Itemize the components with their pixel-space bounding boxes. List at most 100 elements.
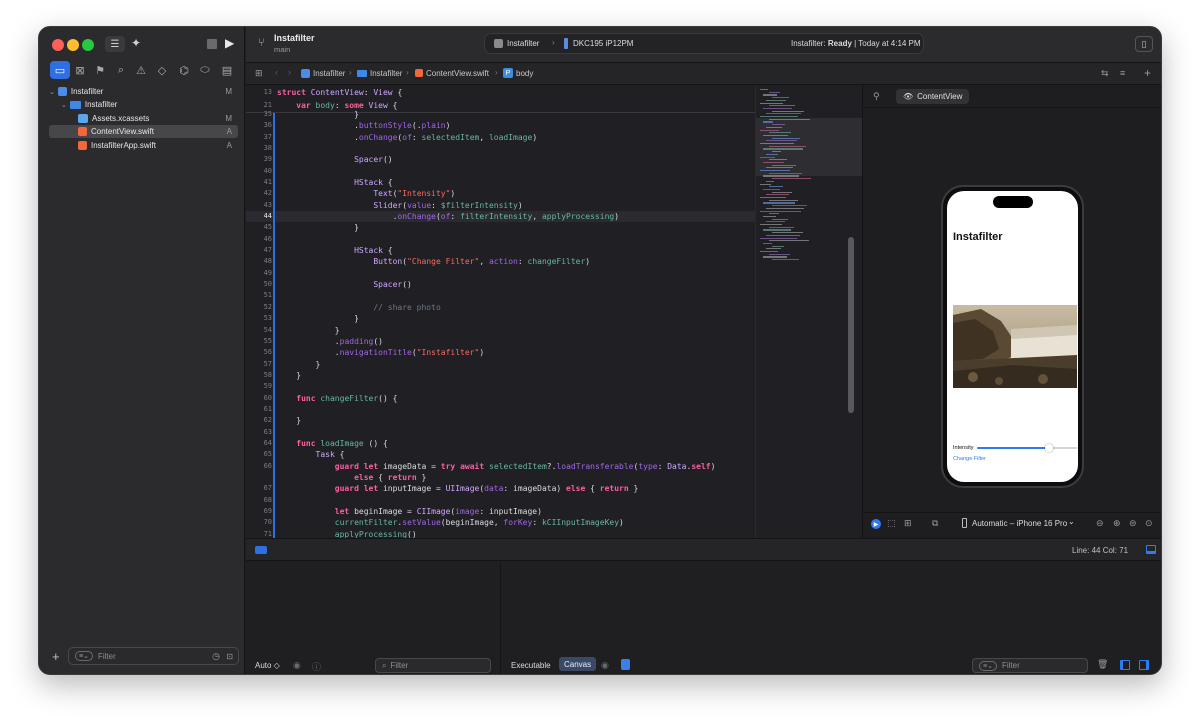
run-button[interactable]: ▶ [225,36,234,50]
tree-item-app[interactable]: InstafilterApp.swift A [49,139,238,152]
code-line[interactable]: 61 [246,404,755,415]
zoom-to-fit-icon[interactable]: ⊙ [1145,518,1153,529]
code-line[interactable]: 50 Spacer() [246,279,755,290]
forward-arrow-icon[interactable]: › [288,67,291,77]
navigator-filter-field[interactable]: ≡⌄ Filter ◷ ⊡ [68,647,239,665]
code-line[interactable]: 45 } [246,222,755,233]
code-line[interactable]: 47 HStack { [246,245,755,256]
sparkle-icon[interactable]: ✦ [131,36,141,50]
trash-icon[interactable]: 🗑 [1097,659,1108,670]
tree-item-assets[interactable]: Assets.xcassets M [49,112,238,125]
executable-tab[interactable]: Executable [511,661,551,670]
project-navigator-tab[interactable]: ▭ [50,61,70,79]
variants-icon[interactable]: ⊞ [904,518,912,529]
sticky-header-line[interactable]: 13 struct ContentView: View { [246,87,755,98]
code-line[interactable]: 48 Button("Change Filter", action: chang… [246,256,755,267]
code-line[interactable]: 36 .buttonStyle(.plain) [246,120,755,131]
code-line[interactable]: 67 guard let inputImage = UIImage(data: … [246,483,755,494]
preview-device-selector[interactable]: Automatic – iPhone 16 Pro [972,519,1067,528]
code-line[interactable]: 63 [246,427,755,438]
code-line[interactable]: 59 [246,381,755,392]
zoom-out-icon[interactable]: ⊖ [1096,518,1104,529]
report-navigator-icon[interactable]: ▤ [217,61,237,79]
code-line[interactable]: 55 .padding() [246,336,755,347]
change-filter-button[interactable]: Change Filter [953,456,986,462]
related-items-icon[interactable]: ⊞ [255,68,263,79]
zoom-window-button[interactable] [82,39,94,51]
code-line[interactable]: 49 [246,268,755,279]
selectable-mode-icon[interactable]: ⬚ [887,518,896,529]
code-line[interactable]: 68 [246,495,755,506]
code-line[interactable]: 35 } [246,109,755,120]
back-arrow-icon[interactable]: ‹ [275,67,278,77]
issue-navigator-icon[interactable]: ⚠ [131,61,151,79]
breakpoint-navigator-icon[interactable]: ⬭ [195,61,215,79]
show-console-icon[interactable] [1139,660,1149,670]
code-line[interactable]: 66 guard let imageData = try await selec… [246,461,755,472]
slider-thumb[interactable] [1045,444,1053,452]
console-filter-field[interactable]: ≡⌄ Filter [972,658,1088,673]
run-destination[interactable]: DKC195 iP12PM [573,39,633,48]
intensity-slider[interactable] [977,444,1077,452]
variables-filter-field[interactable]: ⌕ Filter [375,658,491,673]
code-line[interactable]: 40 [246,166,755,177]
code-line[interactable]: 71 applyProcessing() [246,529,755,538]
swap-editor-icon[interactable]: ⇆ [1101,68,1109,79]
chevron-down-icon[interactable]: ⌄ [1068,517,1075,526]
pin-icon[interactable]: ⚲ [873,91,880,102]
zoom-in-icon[interactable]: ⊕ [1113,518,1121,529]
breadcrumb-project[interactable]: Instafilter [313,69,345,78]
disclosure-icon[interactable]: ⌄ [49,88,55,96]
disclosure-icon[interactable]: ⌄ [61,101,67,109]
code-line[interactable]: 58 } [246,370,755,381]
scheme-selector[interactable]: Instafilter [507,39,539,48]
code-line[interactable]: 51 [246,290,755,301]
code-line[interactable]: 56 .navigationTitle("Instafilter") [246,347,755,358]
code-line[interactable]: 70 currentFilter.setValue(beginImage, fo… [246,517,755,528]
device-settings-icon[interactable]: ⧉ [932,518,938,529]
code-line[interactable]: 44 .onChange(of: filterIntensity, applyP… [246,211,755,223]
code-line[interactable]: 39 Spacer() [246,154,755,165]
hide-debug-area-icon[interactable] [1146,545,1156,554]
recent-files-icon[interactable]: ◷ [212,651,220,662]
code-line[interactable]: 42 Text("Intensity") [246,188,755,199]
sidebar-toggle-icon[interactable]: ☰ [105,36,125,52]
filter-options-icon[interactable]: ≡⌄ [75,651,93,661]
code-line[interactable]: 41 HStack { [246,177,755,188]
stop-button[interactable] [207,39,217,49]
code-line[interactable]: 53 } [246,313,755,324]
code-line[interactable]: 43 Slider(value: $filterIntensity) [246,200,755,211]
code-line[interactable]: 60 func changeFilter() { [246,393,755,404]
info-icon[interactable]: ⓘ [312,660,321,673]
code-line[interactable]: 57 } [246,359,755,370]
scrollbar-thumb[interactable] [848,237,854,413]
debug-area-toggle-icon[interactable] [255,546,267,554]
add-file-button[interactable]: + [52,649,60,664]
add-editor-icon[interactable]: + [1144,66,1151,80]
code-editor[interactable]: 13 struct ContentView: View {21 var body:… [246,85,755,538]
code-line[interactable]: 62 } [246,415,755,426]
code-line[interactable]: 69 let beginImage = CIImage(image: input… [246,506,755,517]
code-line[interactable]: 52 // share photo [246,302,755,313]
close-window-button[interactable] [52,39,64,51]
zoom-actual-size-icon[interactable]: ⊜ [1129,518,1137,529]
code-line[interactable]: 38 [246,143,755,154]
minimize-window-button[interactable] [67,39,79,51]
inspector-toggle-icon[interactable]: ▯ [1135,36,1153,52]
code-line[interactable]: 37 .onChange(of: selectedItem, loadImage… [246,132,755,143]
canvas-tab[interactable]: Canvas [559,657,597,671]
code-line[interactable]: 46 [246,234,755,245]
show-variables-view-icon[interactable] [1120,660,1130,670]
code-line[interactable]: else { return } [246,472,755,483]
find-navigator-icon[interactable]: ⌕ [111,61,131,79]
tree-item-contentview[interactable]: ContentView.swift A [49,125,238,138]
code-line[interactable]: 54 } [246,325,755,336]
scm-filter-icon[interactable]: ⊡ [226,652,233,661]
code-line[interactable]: 64 func loadImage () { [246,438,755,449]
filter-options-icon[interactable]: ≡⌄ [979,660,997,671]
editor-options-icon[interactable]: ≡ [1120,68,1125,78]
console-options-icon[interactable] [621,659,630,670]
eye-icon[interactable]: ◉ [293,660,301,671]
source-control-navigator-icon[interactable]: ⊠ [70,61,90,79]
eye-icon[interactable]: ◉ [601,660,609,671]
